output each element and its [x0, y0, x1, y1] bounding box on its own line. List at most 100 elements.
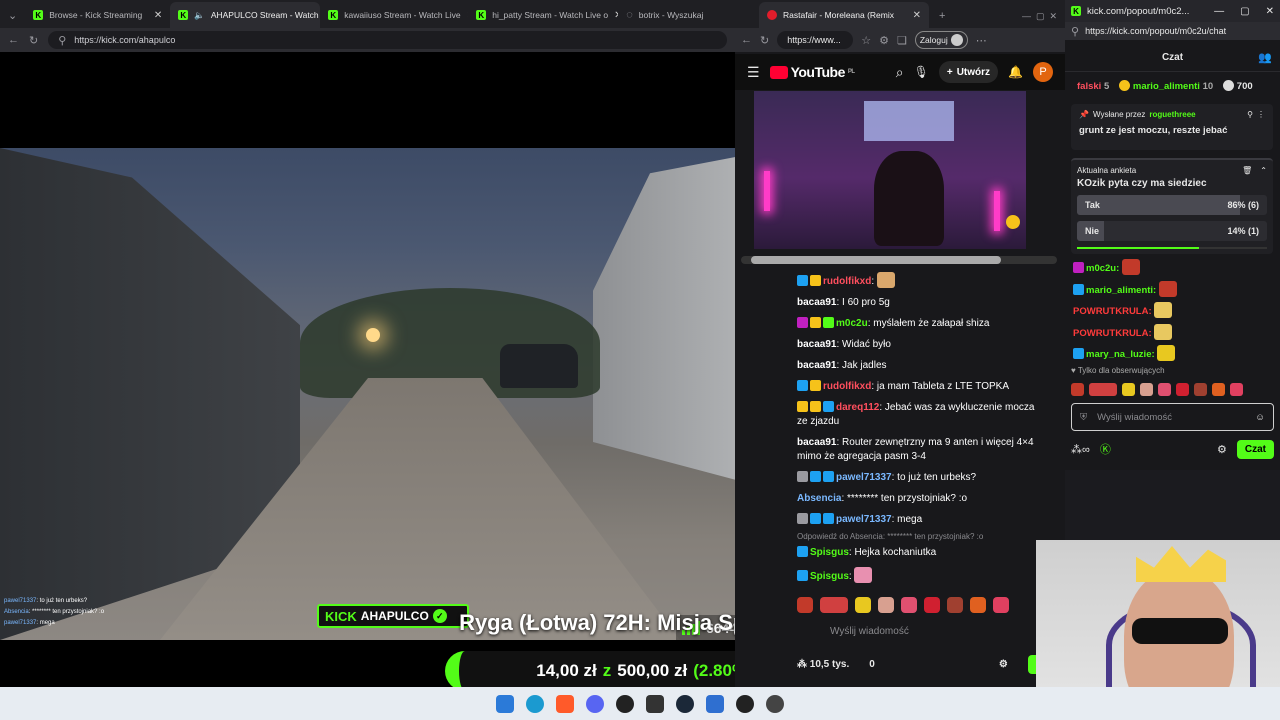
extensions-icon[interactable]: ⚙: [879, 34, 889, 47]
chat-username[interactable]: POWRUTKRULA:: [1073, 328, 1152, 339]
chat-username[interactable]: Absencia: [797, 493, 841, 504]
emote-icon[interactable]: [947, 597, 963, 613]
back-icon[interactable]: ←: [741, 34, 752, 46]
leaderboard-entry[interactable]: falski 5: [1077, 81, 1109, 92]
speaker-icon[interactable]: 🔈: [194, 10, 205, 21]
chat-username[interactable]: bacaa91: [797, 297, 836, 308]
chat-username[interactable]: rudolfikxd: [823, 381, 871, 392]
chat-username[interactable]: mary_na_luzie:: [1086, 349, 1155, 360]
settings-icon[interactable]: ⚙: [1217, 443, 1227, 456]
points[interactable]: ⁂ 10,5 tys.: [797, 659, 849, 670]
leaderboard-entry[interactable]: 700: [1223, 80, 1253, 92]
chat-username[interactable]: bacaa91: [797, 437, 836, 448]
close-icon[interactable]: ✕: [154, 10, 162, 21]
settings-icon[interactable]: ⚙: [999, 659, 1008, 670]
notifications-icon[interactable]: 🔔: [1008, 65, 1023, 79]
emote-icon[interactable]: [1071, 382, 1084, 396]
app-icon[interactable]: [706, 694, 724, 713]
emote-icon[interactable]: [924, 597, 940, 613]
tab-search-icon[interactable]: ⌄: [0, 9, 25, 28]
points-icon[interactable]: ⁂∞: [1071, 443, 1090, 456]
video-player[interactable]: pawel71337: to już ten urbeks? Absencia:…: [0, 52, 783, 687]
popout-chat-input[interactable]: ⛨ Wyślij wiadomość ☺: [1071, 403, 1274, 431]
steam-icon[interactable]: [676, 694, 694, 713]
chevron-up-icon[interactable]: ⌃: [1260, 166, 1267, 175]
brave-icon[interactable]: [556, 694, 574, 713]
close-icon[interactable]: ✕: [913, 10, 921, 21]
trash-icon[interactable]: 🗑: [1242, 166, 1252, 175]
chat-username[interactable]: m0c2u:: [1086, 263, 1119, 274]
youtube-logo[interactable]: YouTube PL: [769, 64, 855, 80]
site-info-icon[interactable]: ⚲: [58, 34, 66, 47]
chat-username[interactable]: Spisgus: [810, 571, 849, 582]
app-icon[interactable]: [616, 694, 634, 713]
tab-botrix[interactable]: ◌ botrix - Wyszukaj: [618, 2, 728, 28]
reload-icon[interactable]: ↻: [29, 34, 38, 47]
scrollbar-thumb[interactable]: [751, 256, 1001, 264]
pinned-by-user[interactable]: roguethreee: [1149, 110, 1195, 119]
close-icon[interactable]: ✕: [1266, 6, 1274, 17]
poll-option-nie[interactable]: Nie 14% (1): [1077, 221, 1267, 241]
microphone-icon[interactable]: 🎙: [914, 65, 929, 79]
poll-option-tak[interactable]: Tak 86% (6): [1077, 195, 1267, 215]
discord-icon[interactable]: [586, 694, 604, 713]
emote-icon[interactable]: [1140, 382, 1153, 396]
tab-hi-patty[interactable]: Khi_patty Stream - Watch Live o✕: [468, 2, 618, 28]
chat-username[interactable]: mario_alimenti:: [1086, 285, 1156, 296]
horizontal-scrollbar[interactable]: [741, 256, 1057, 264]
chat-username[interactable]: pawel71337: [836, 472, 892, 483]
more-icon[interactable]: ⋮: [1257, 110, 1265, 119]
collections-icon[interactable]: ❏: [897, 34, 907, 47]
emote-icon[interactable]: [1212, 382, 1225, 396]
back-icon[interactable]: ←: [8, 34, 19, 46]
window-controls[interactable]: — ▢ ✕: [1014, 11, 1065, 28]
tab-browse[interactable]: K Browse - Kick Streaming ✕: [25, 2, 170, 28]
start-icon[interactable]: [496, 694, 514, 713]
popout-address-bar[interactable]: ⚲ https://kick.com/popout/m0c2u/chat: [1065, 22, 1280, 40]
emote-icon[interactable]: [1158, 382, 1171, 396]
kick-icon[interactable]: Ⓚ: [1100, 441, 1111, 457]
window-controls[interactable]: — ▢ ✕: [1214, 6, 1274, 17]
emote-icon[interactable]: [797, 597, 813, 613]
chat-username[interactable]: m0c2u: [836, 318, 868, 329]
login-button[interactable]: Zaloguj: [914, 31, 968, 49]
reload-icon[interactable]: ↻: [760, 34, 769, 47]
new-tab-icon[interactable]: +: [929, 10, 955, 28]
emote-icon[interactable]: [855, 597, 871, 613]
emote-icon[interactable]: [878, 597, 894, 613]
emote-icon[interactable]: [901, 597, 917, 613]
chat-username[interactable]: bacaa91: [797, 339, 836, 350]
youtube-video[interactable]: [754, 91, 1026, 249]
tab-youtube[interactable]: Rastafair - Moreleana (Remix ✕: [759, 2, 929, 28]
address-bar[interactable]: ⚲ https://kick.com/ahapulco: [48, 31, 727, 49]
chat-input[interactable]: Wyślij wiadomość: [830, 620, 1050, 642]
minimize-icon[interactable]: —: [1214, 6, 1224, 17]
emote-icon[interactable]: [820, 597, 848, 613]
more-icon[interactable]: ⋯: [976, 34, 987, 47]
account-avatar[interactable]: P: [1033, 62, 1053, 82]
chat-username[interactable]: pawel71337: [836, 514, 892, 525]
emote-icon[interactable]: [1230, 382, 1243, 396]
users-icon[interactable]: 👥: [1258, 51, 1272, 64]
menu-icon[interactable]: ☰: [747, 64, 760, 81]
bookmark-icon[interactable]: ☆: [861, 34, 871, 47]
chat-username[interactable]: POWRUTKRULA:: [1073, 306, 1152, 317]
obs-icon[interactable]: [766, 694, 784, 713]
emote-icon[interactable]: [1194, 382, 1207, 396]
emote-icon[interactable]: [1176, 382, 1189, 396]
maximize-icon[interactable]: ▢: [1240, 6, 1249, 17]
create-button[interactable]: + Utwórz: [938, 61, 999, 83]
emote-icon[interactable]: [970, 597, 986, 613]
address-bar[interactable]: https://www...: [777, 31, 854, 49]
tab-kawaiiuso[interactable]: Kkawaiiuso Stream - Watch Live✕: [320, 2, 468, 28]
edge-icon[interactable]: [526, 694, 544, 713]
chat-username[interactable]: rudolfikxd: [823, 276, 871, 287]
leaderboard-entry[interactable]: mario_alimenti 10: [1119, 80, 1213, 92]
emote-icon[interactable]: [1089, 382, 1117, 396]
emoji-icon[interactable]: ☺: [1255, 412, 1265, 423]
emote-icon[interactable]: [993, 597, 1009, 613]
app-icon[interactable]: [736, 694, 754, 713]
chat-username[interactable]: bacaa91: [797, 360, 836, 371]
search-icon[interactable]: ⌕: [896, 64, 904, 81]
epic-games-icon[interactable]: [646, 694, 664, 713]
